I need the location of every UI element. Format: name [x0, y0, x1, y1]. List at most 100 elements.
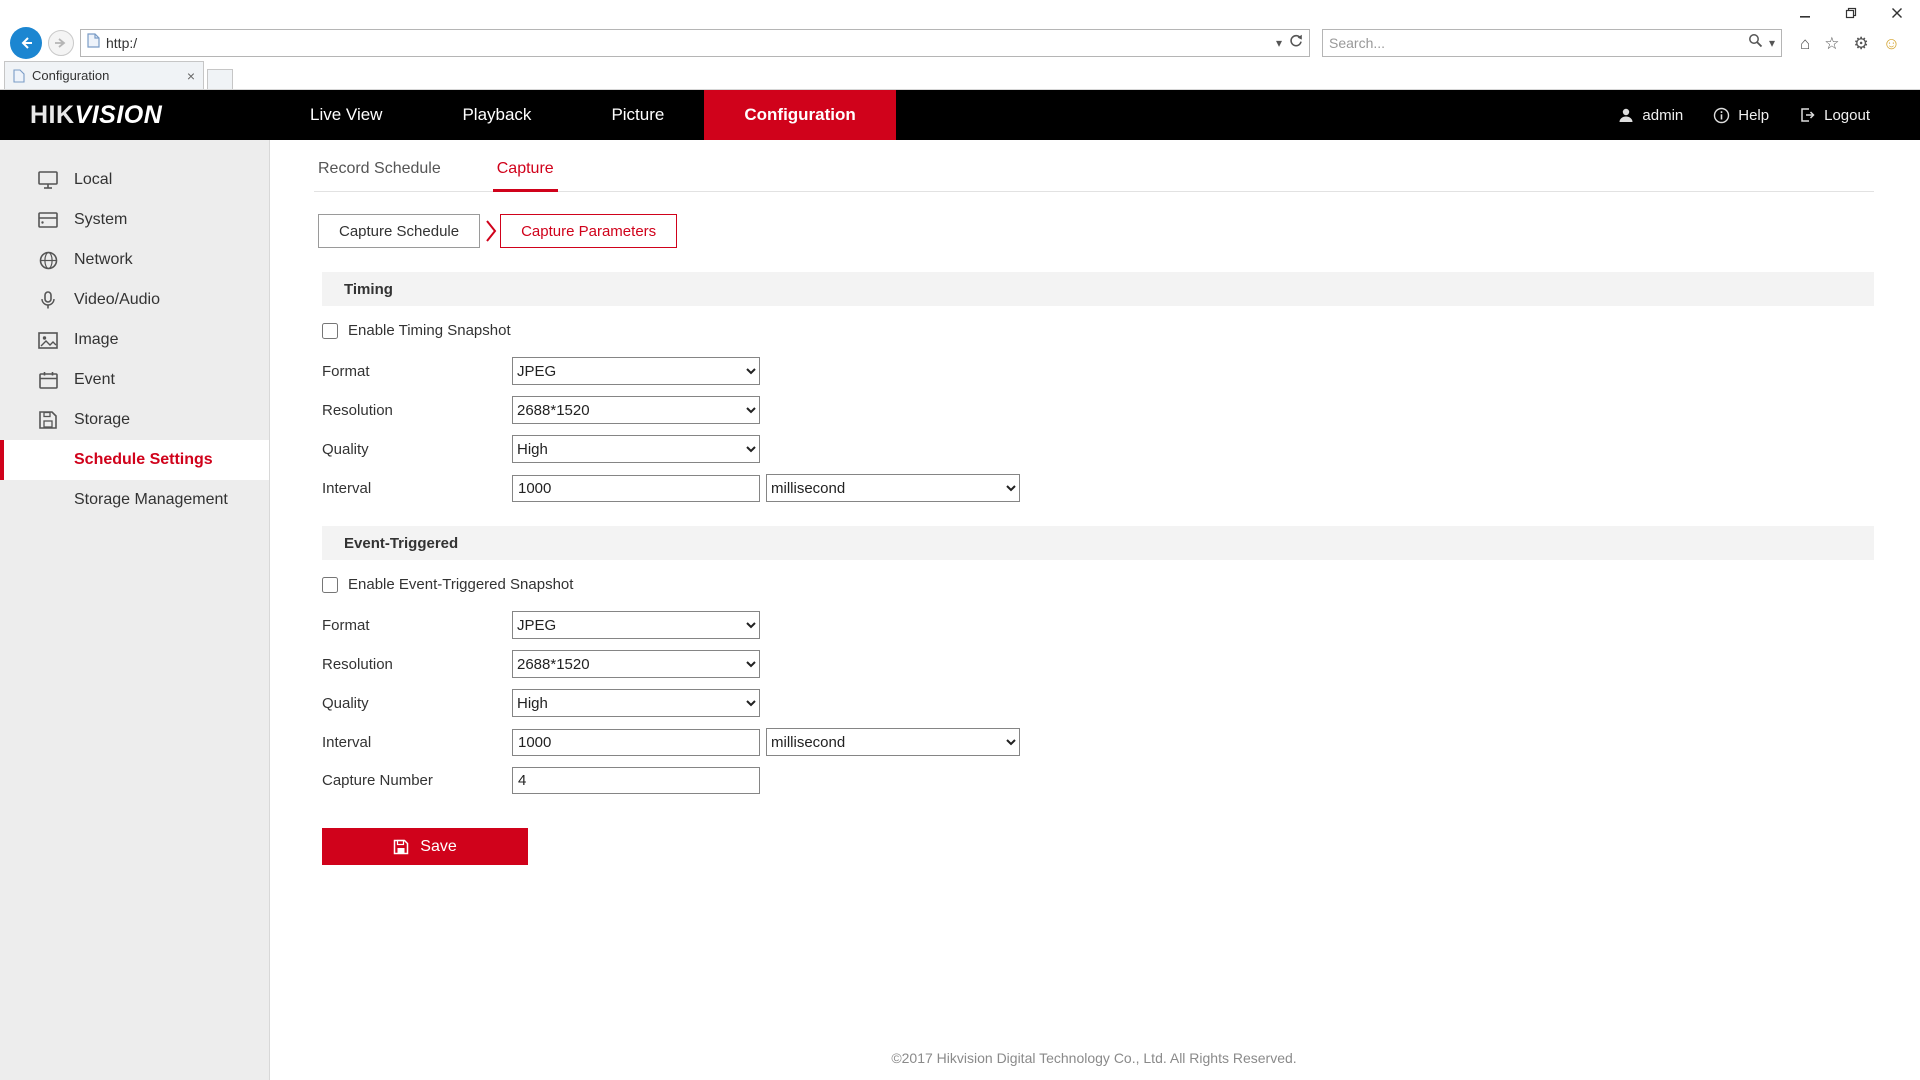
subtab-capture-parameters[interactable]: Capture Parameters [500, 214, 677, 248]
enable-timing-snapshot-checkbox[interactable] [322, 323, 338, 339]
sidebar-item-video-audio[interactable]: Video/Audio [0, 280, 269, 320]
enable-timing-snapshot-row[interactable]: Enable Timing Snapshot [322, 322, 511, 339]
close-icon [1891, 7, 1903, 19]
search-box[interactable]: ▾ [1322, 29, 1782, 57]
sidebar-item-label: Schedule Settings [74, 451, 213, 469]
timing-resolution-label: Resolution [322, 402, 512, 419]
browser-toolbar-icons: ⌂ ☆ ⚙ ☺ [1800, 35, 1900, 52]
sidebar-item-local[interactable]: Local [0, 160, 269, 200]
address-input[interactable] [106, 35, 1270, 51]
capture-number-row: Capture Number [322, 767, 1874, 794]
network-icon [36, 251, 60, 270]
sidebar-item-system[interactable]: System [0, 200, 269, 240]
sidebar-item-image[interactable]: Image [0, 320, 269, 360]
new-tab-button[interactable] [207, 69, 233, 89]
settings-gear-icon[interactable]: ⚙ [1854, 35, 1869, 52]
capture-number-input[interactable] [512, 767, 760, 794]
timing-section-header: Timing [322, 272, 1874, 306]
refresh-icon[interactable] [1288, 33, 1303, 53]
search-icon[interactable] [1748, 33, 1763, 53]
logout-label: Logout [1824, 107, 1870, 124]
timing-interval-unit-select[interactable]: millisecond [766, 474, 1020, 502]
address-bar[interactable]: ▾ [80, 29, 1310, 57]
nav-live-view[interactable]: Live View [270, 90, 422, 140]
enable-event-triggered-snapshot-checkbox[interactable] [322, 577, 338, 593]
enable-event-triggered-snapshot-row[interactable]: Enable Event-Triggered Snapshot [322, 576, 573, 593]
logo-vision: VISION [75, 101, 163, 130]
nav-playback[interactable]: Playback [422, 90, 571, 140]
feedback-smiley-icon[interactable]: ☺ [1883, 35, 1900, 52]
event-interval-input[interactable] [512, 729, 760, 756]
event-triggered-section-header: Event-Triggered [322, 526, 1874, 560]
nav-picture[interactable]: Picture [571, 90, 704, 140]
minimize-icon [1799, 7, 1811, 19]
help-link[interactable]: Help [1701, 107, 1781, 124]
tab-close-icon[interactable]: × [187, 68, 195, 84]
forward-button[interactable] [48, 30, 74, 56]
person-icon [1618, 107, 1634, 123]
sidebar-item-label: Image [74, 331, 118, 349]
sidebar-item-storage-management[interactable]: Storage Management [0, 480, 269, 520]
timing-interval-row: Interval millisecond [322, 474, 1874, 502]
event-resolution-select[interactable]: 2688*1520 [512, 650, 760, 678]
save-button[interactable]: Save [322, 828, 528, 865]
close-button[interactable] [1874, 0, 1920, 26]
timing-format-select[interactable]: JPEG [512, 357, 760, 385]
storage-icon [36, 411, 60, 429]
admin-user[interactable]: admin [1606, 107, 1695, 124]
timing-quality-select[interactable]: High [512, 435, 760, 463]
enable-timing-snapshot-label: Enable Timing Snapshot [348, 322, 511, 339]
app-body: Local System Network Video/Audio Image E… [0, 140, 1920, 1080]
search-dropdown-icon[interactable]: ▾ [1769, 36, 1775, 50]
minimize-button[interactable] [1782, 0, 1828, 26]
admin-label: admin [1642, 107, 1683, 124]
app-header: HIKVISION Live View Playback Picture Con… [0, 90, 1920, 140]
timing-resolution-select[interactable]: 2688*1520 [512, 396, 760, 424]
back-button[interactable] [10, 27, 42, 59]
page-icon [87, 33, 100, 53]
event-interval-unit-select[interactable]: millisecond [766, 728, 1020, 756]
restore-button[interactable] [1828, 0, 1874, 26]
back-arrow-icon [18, 35, 34, 51]
browser-tab-configuration[interactable]: Configuration × [4, 61, 204, 89]
nav-configuration[interactable]: Configuration [704, 90, 895, 140]
copyright-footer: ©2017 Hikvision Digital Technology Co., … [314, 1050, 1874, 1080]
event-quality-label: Quality [322, 695, 512, 712]
search-input[interactable] [1329, 35, 1742, 51]
content-area: Record Schedule Capture Capture Schedule… [270, 140, 1920, 1080]
tab-capture[interactable]: Capture [493, 160, 558, 192]
hikvision-logo: HIKVISION [0, 90, 270, 140]
timing-format-label: Format [322, 363, 512, 380]
address-dropdown-icon[interactable]: ▾ [1276, 36, 1282, 50]
header-right: admin Help Logout [1606, 90, 1920, 140]
subtab-capture-schedule[interactable]: Capture Schedule [318, 214, 480, 248]
window-controls [1782, 0, 1920, 26]
tab-record-schedule[interactable]: Record Schedule [314, 160, 445, 191]
event-icon [36, 371, 60, 389]
help-label: Help [1738, 107, 1769, 124]
logo-hik: HIK [30, 101, 75, 130]
event-triggered-section-title: Event-Triggered [344, 535, 458, 552]
home-icon[interactable]: ⌂ [1800, 35, 1810, 52]
window-titlebar [0, 0, 1920, 26]
event-format-select[interactable]: JPEG [512, 611, 760, 639]
audio-icon [36, 291, 60, 310]
screen: ▾ ▾ ⌂ ☆ ⚙ ☺ Configuration × [0, 0, 1920, 1080]
event-format-label: Format [322, 617, 512, 634]
sidebar-item-event[interactable]: Event [0, 360, 269, 400]
sidebar-item-network[interactable]: Network [0, 240, 269, 280]
chevron-right-icon [485, 217, 497, 245]
timing-format-row: Format JPEG [322, 357, 1874, 385]
favorites-star-icon[interactable]: ☆ [1824, 35, 1839, 52]
event-interval-label: Interval [322, 734, 512, 751]
timing-resolution-row: Resolution 2688*1520 [322, 396, 1874, 424]
sidebar-item-storage[interactable]: Storage [0, 400, 269, 440]
logout-link[interactable]: Logout [1787, 107, 1882, 124]
sidebar-item-label: System [74, 211, 127, 229]
sidebar-item-schedule-settings[interactable]: Schedule Settings [0, 440, 269, 480]
timing-interval-input[interactable] [512, 475, 760, 502]
event-quality-select[interactable]: High [512, 689, 760, 717]
save-icon [393, 839, 409, 855]
event-interval-row: Interval millisecond [322, 728, 1874, 756]
monitor-icon [36, 171, 60, 189]
